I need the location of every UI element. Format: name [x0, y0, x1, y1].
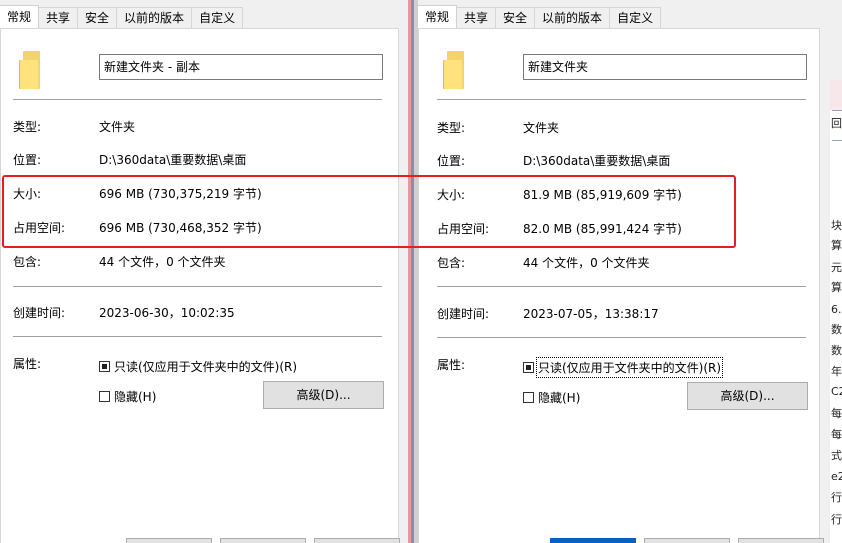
contains-value: 44 个文件，0 个文件夹: [99, 255, 226, 269]
size-label: 大小:: [437, 188, 466, 202]
checkbox-box[interactable]: [523, 392, 534, 403]
advanced-button[interactable]: 高级(D)...: [687, 382, 808, 410]
general-tab-content: 新建文件夹 - 副本 类型: 文件夹 位置: D:\360data\重要数据\桌…: [0, 28, 399, 543]
background-text: 块: [831, 219, 842, 232]
hidden-checkbox[interactable]: 隐藏(H): [523, 389, 580, 406]
tab-general[interactable]: 常规: [418, 5, 458, 28]
created-label: 创建时间:: [13, 306, 66, 320]
properties-dialog-left: 常规 共享 安全 以前的版本 自定义 新建文件夹 - 副本 类型: 文件夹 位置…: [0, 0, 408, 543]
hidden-checkbox-label: 隐藏(H): [538, 391, 581, 405]
background-text: 算: [831, 281, 842, 294]
hidden-checkbox[interactable]: 隐藏(H): [99, 388, 156, 405]
type-value: 文件夹: [523, 121, 560, 135]
background-text: 6.: [831, 303, 842, 316]
apply-button[interactable]: [738, 538, 824, 543]
tab-previous-versions[interactable]: 以前的版本: [116, 7, 193, 28]
background-window-rule: [832, 110, 842, 111]
cancel-button[interactable]: [220, 538, 306, 543]
tab-security[interactable]: 安全: [77, 7, 118, 28]
background-text: 回: [831, 117, 842, 130]
background-text: 元: [831, 261, 842, 274]
attributes-label: 属性:: [437, 358, 466, 372]
type-value: 文件夹: [99, 120, 136, 134]
background-text: 数: [831, 344, 842, 357]
type-label: 类型:: [437, 121, 466, 135]
background-window-rule: [832, 140, 842, 141]
tab-sharing[interactable]: 共享: [456, 7, 497, 28]
type-label: 类型:: [13, 120, 42, 134]
folder-name-input[interactable]: 新建文件夹 - 副本: [99, 54, 383, 80]
created-label: 创建时间:: [437, 307, 490, 321]
location-value: D:\360data\重要数据\桌面: [523, 154, 671, 168]
tab-previous-versions[interactable]: 以前的版本: [534, 7, 611, 28]
background-text: 年1: [831, 365, 842, 378]
readonly-checkbox[interactable]: 只读(仅应用于文件夹中的文件)(R): [99, 358, 297, 375]
ok-button[interactable]: [550, 538, 636, 543]
location-label: 位置:: [13, 153, 42, 167]
tab-general[interactable]: 常规: [0, 5, 40, 28]
hidden-checkbox-label: 隐藏(H): [114, 390, 157, 404]
contains-label: 包含:: [437, 256, 466, 270]
separator: [13, 99, 382, 100]
size-on-disk-label: 占用空间:: [13, 221, 66, 235]
tab-customize[interactable]: 自定义: [191, 7, 244, 28]
tab-sharing[interactable]: 共享: [38, 7, 79, 28]
general-tab-content: 新建文件夹 类型: 文件夹 位置: D:\360data\重要数据\桌面 大小:…: [418, 28, 820, 543]
size-on-disk-value: 82.0 MB (85,991,424 字节): [523, 222, 682, 236]
size-value: 81.9 MB (85,919,609 字节): [523, 188, 682, 202]
advanced-button[interactable]: 高级(D)...: [263, 381, 384, 409]
cancel-button[interactable]: [644, 538, 730, 543]
background-text: 行: [831, 491, 842, 504]
tab-customize[interactable]: 自定义: [609, 7, 662, 28]
checkbox-box[interactable]: [523, 362, 534, 373]
size-label: 大小:: [13, 187, 42, 201]
separator: [437, 99, 806, 100]
checkbox-box[interactable]: [99, 361, 110, 372]
tab-strip: 常规 共享 安全 以前的版本 自定义: [418, 5, 662, 29]
readonly-checkbox-label: 只读(仅应用于文件夹中的文件)(R): [114, 360, 298, 374]
background-text: 数: [831, 323, 842, 336]
background-text: 每: [831, 428, 842, 441]
folder-name-input[interactable]: 新建文件夹: [523, 54, 807, 80]
created-value: 2023-06-30，10:02:35: [99, 306, 235, 320]
background-text: 行: [831, 513, 842, 526]
contains-value: 44 个文件，0 个文件夹: [523, 256, 650, 270]
checkbox-box[interactable]: [99, 391, 110, 402]
separator: [13, 286, 382, 287]
size-on-disk-value: 696 MB (730,468,352 字节): [99, 221, 262, 235]
separator: [437, 286, 806, 287]
apply-button[interactable]: [314, 538, 400, 543]
location-value: D:\360data\重要数据\桌面: [99, 153, 247, 167]
location-label: 位置:: [437, 154, 466, 168]
background-window-top: [830, 0, 842, 80]
contains-label: 包含:: [13, 255, 42, 269]
size-on-disk-label: 占用空间:: [437, 222, 490, 236]
background-window: 回 块 算 元 算 6. 数 数 年1 C2 每 每 式 e2 行 行: [830, 0, 842, 543]
tab-security[interactable]: 安全: [495, 7, 536, 28]
background-text: 每: [831, 407, 842, 420]
tab-strip: 常规 共享 安全 以前的版本 自定义: [0, 5, 244, 29]
created-value: 2023-07-05，13:38:17: [523, 307, 659, 321]
readonly-checkbox[interactable]: 只读(仅应用于文件夹中的文件)(R): [523, 357, 724, 378]
separator: [13, 336, 382, 337]
properties-dialog-right: 常规 共享 安全 以前的版本 自定义 新建文件夹 类型: 文件夹 位置: D:\…: [418, 0, 830, 543]
folder-icon: [443, 51, 464, 89]
background-window-band: [830, 80, 842, 110]
folder-icon: [19, 51, 40, 89]
background-text: e2: [831, 470, 842, 483]
size-value: 696 MB (730,375,219 字节): [99, 187, 262, 201]
readonly-checkbox-label: 只读(仅应用于文件夹中的文件)(R): [535, 357, 724, 378]
ok-button[interactable]: [126, 538, 212, 543]
background-text: 式: [831, 449, 842, 462]
background-text: 算: [831, 239, 842, 252]
separator: [437, 337, 806, 338]
background-text: C2: [831, 385, 842, 398]
attributes-label: 属性:: [13, 357, 42, 371]
